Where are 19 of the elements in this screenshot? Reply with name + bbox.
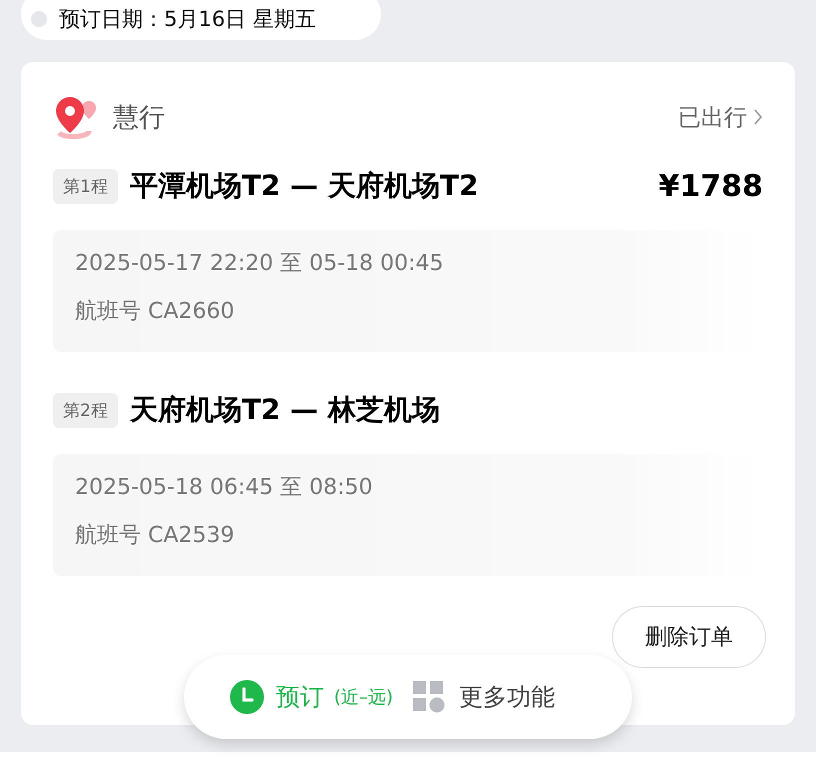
flight-route: 天府机场T2 — 林芝机场 — [130, 392, 440, 428]
flight-time: 2025-05-17 22:20 至 05-18 00:45 — [75, 250, 445, 278]
flight-number: 航班号 CA2660 — [75, 298, 236, 326]
chevron-right-icon — [753, 108, 763, 126]
brand-name: 慧行 — [113, 102, 165, 134]
flight-route: 平潭机场T2 — 天府机场T2 — [130, 168, 478, 204]
delete-order-button[interactable]: 删除订单 — [612, 606, 766, 668]
status-dot-icon — [31, 11, 47, 27]
more-functions-button[interactable]: 更多功能 — [459, 681, 556, 713]
trip-status-link[interactable]: 已出行 — [678, 102, 763, 132]
grid-icon — [413, 681, 446, 713]
sort-order: (近–远) — [334, 686, 394, 709]
flight-number: 航班号 CA2539 — [75, 522, 236, 550]
leg-label: 第1程 — [53, 168, 118, 204]
booking-date: 预订日期：5月16日 星期五 — [59, 6, 316, 33]
clock-icon — [230, 680, 264, 714]
flight-time: 2025-05-18 06:45 至 08:50 — [75, 474, 374, 502]
leg-label: 第2程 — [53, 392, 118, 428]
order-price: ¥1788 — [658, 168, 763, 204]
